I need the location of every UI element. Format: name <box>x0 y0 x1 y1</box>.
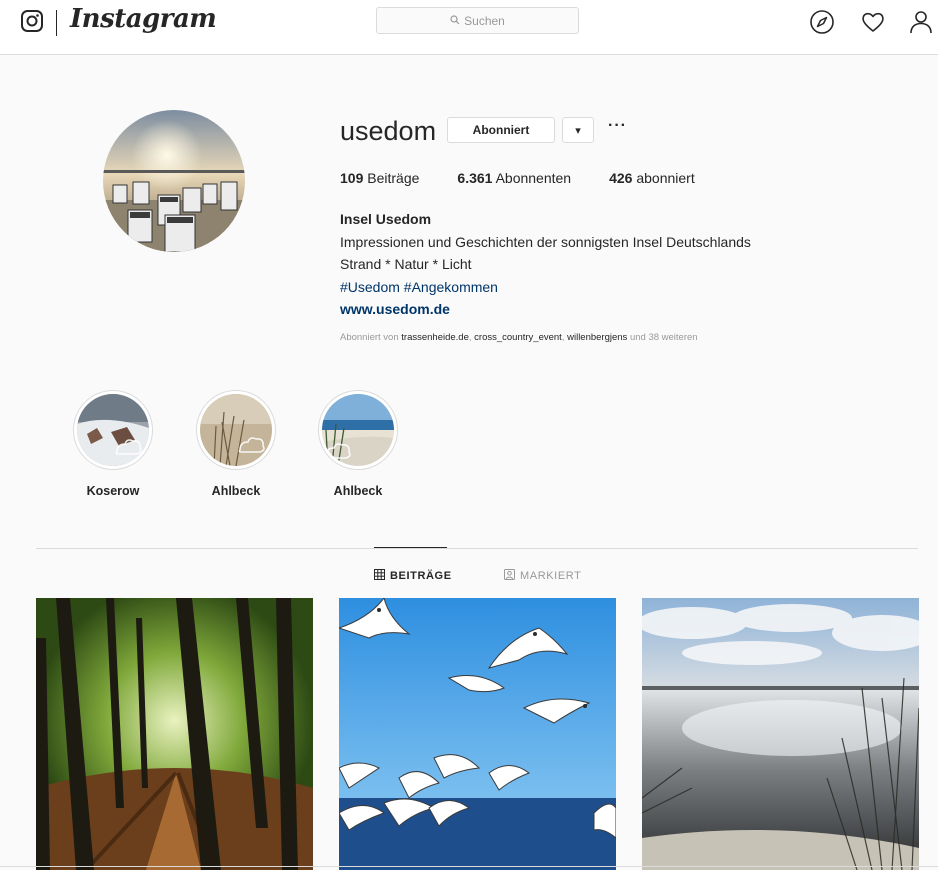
tab-tagged-label: MARKIERT <box>520 570 582 582</box>
followed-by-account[interactable]: trassenheide.de <box>401 332 469 343</box>
tab-posts[interactable]: BEITRÄGE <box>374 569 452 583</box>
top-nav: Instagram Suchen <box>0 0 938 55</box>
story-highlight-koserow[interactable]: Koserow <box>73 390 153 498</box>
instagram-camera-icon[interactable] <box>20 9 44 38</box>
bio-line-2: Strand * Natur * Licht <box>340 256 472 273</box>
bio-hashtags[interactable]: #Usedom #Angekommen <box>340 276 751 299</box>
post-thumbnail-seagulls[interactable] <box>339 598 616 870</box>
active-tab-indicator <box>374 547 447 548</box>
highlight-label: Koserow <box>86 484 140 498</box>
followed-by-account[interactable]: cross_country_event <box>474 332 562 343</box>
search-icon <box>450 14 464 28</box>
follow-options-dropdown-button[interactable]: ▾ <box>562 117 594 143</box>
profile-avatar[interactable] <box>103 110 245 252</box>
story-highlight-ahlbeck-2[interactable]: Ahlbeck <box>318 390 398 498</box>
highlight-label: Ahlbeck <box>333 484 383 498</box>
tagged-icon <box>504 569 520 583</box>
stat-posts[interactable]: 109 Beiträge <box>340 170 419 186</box>
tab-posts-label: BEITRÄGE <box>390 570 452 582</box>
highlight-cover-image <box>200 394 272 466</box>
search-placeholder: Suchen <box>464 13 505 28</box>
bio-name: Insel Usedom <box>340 211 432 227</box>
post-image-lake-reeds <box>642 598 919 870</box>
followed-by-account[interactable]: willenbergjens <box>567 332 627 343</box>
compass-explore-icon[interactable] <box>809 9 835 40</box>
stat-followers[interactable]: 6.361 Abonnenten <box>457 170 571 186</box>
post-thumbnail-lake-reeds[interactable] <box>642 598 919 870</box>
heart-activity-icon[interactable] <box>860 9 886 40</box>
tabs-divider <box>36 548 918 549</box>
search-input[interactable]: Suchen <box>376 7 579 34</box>
post-image-seagulls <box>339 598 616 870</box>
highlight-cover-image <box>322 394 394 466</box>
bottom-divider <box>0 866 938 867</box>
avatar-beach-image <box>103 110 245 252</box>
tab-tagged[interactable]: MARKIERT <box>504 569 581 583</box>
highlight-cover-image <box>77 394 149 466</box>
followed-by-info[interactable]: Abonniert von trassenheide.de, cross_cou… <box>340 332 698 343</box>
instagram-wordmark[interactable]: Instagram <box>70 4 217 34</box>
bio-website-link[interactable]: www.usedom.de <box>340 298 751 321</box>
subscribed-button[interactable]: Abonniert <box>447 117 555 143</box>
stat-following[interactable]: 426 abonniert <box>609 170 695 186</box>
story-highlight-ahlbeck[interactable]: Ahlbeck <box>196 390 276 498</box>
nav-divider <box>56 10 57 36</box>
profile-stats: 109 Beiträge 6.361 Abonnenten 426 abonni… <box>340 170 733 186</box>
highlight-ring <box>318 390 398 470</box>
more-options-icon[interactable]: ··· <box>608 117 627 135</box>
post-image-forest <box>36 598 313 870</box>
highlight-label: Ahlbeck <box>211 484 261 498</box>
profile-person-icon[interactable] <box>908 9 934 40</box>
highlight-ring <box>196 390 276 470</box>
grid-icon <box>374 569 390 583</box>
chevron-down-icon: ▾ <box>575 124 581 137</box>
bio-line-1: Impressionen und Geschichten der sonnigs… <box>340 233 751 250</box>
profile-bio: Insel Usedom Impressionen und Geschichte… <box>340 208 751 321</box>
post-thumbnail-forest[interactable] <box>36 598 313 870</box>
profile-username: usedom <box>340 116 437 146</box>
highlight-ring <box>73 390 153 470</box>
